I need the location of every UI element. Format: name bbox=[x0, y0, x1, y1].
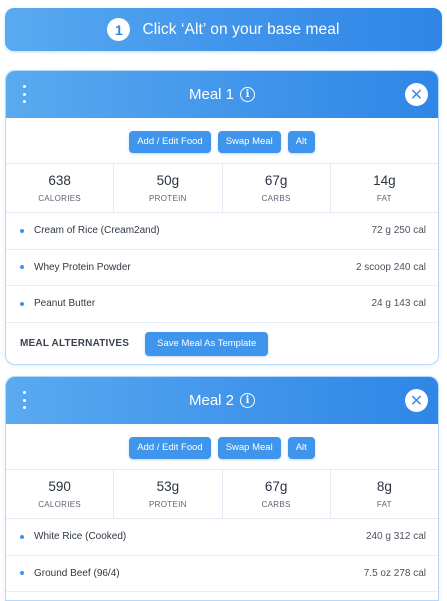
bullet-icon bbox=[20, 301, 24, 306]
stat-protein: 53g PROTEIN bbox=[113, 470, 221, 518]
stat-calories: 638 CALORIES bbox=[6, 164, 113, 212]
stat-value: 50g bbox=[156, 173, 180, 188]
meal-header: Meal 2 i ✕ bbox=[6, 377, 438, 424]
stat-value: 8g bbox=[376, 479, 392, 494]
meal-alternatives-label: MEAL ALTERNATIVES bbox=[20, 338, 130, 349]
stat-protein: 50g PROTEIN bbox=[113, 164, 221, 212]
stat-label: CALORIES bbox=[38, 500, 82, 509]
stat-label: CARBS bbox=[261, 194, 291, 203]
meal-header: Meal 1 i ✕ bbox=[6, 71, 438, 118]
meal-alternatives-row: MEAL ALTERNATIVES Save Meal As Template bbox=[6, 323, 438, 365]
food-amount: 24 g 143 cal bbox=[371, 298, 427, 310]
stat-value: 67g bbox=[264, 173, 288, 188]
kebab-menu-icon[interactable] bbox=[20, 85, 28, 103]
stat-fat: 14g FAT bbox=[329, 164, 438, 212]
food-amount: 240 g 312 cal bbox=[365, 531, 426, 543]
stat-fat: 8g FAT bbox=[329, 470, 438, 518]
add-edit-food-button[interactable]: Add / Edit Food bbox=[129, 130, 211, 153]
instruction-text: Click ‘Alt’ on your base meal bbox=[142, 20, 340, 38]
food-name: Ground Beef (96/4) bbox=[34, 567, 120, 579]
step-number-badge: 1 bbox=[107, 18, 131, 41]
stat-value: 638 bbox=[48, 173, 71, 188]
swap-meal-button[interactable]: Swap Meal bbox=[217, 130, 281, 153]
close-icon[interactable]: ✕ bbox=[405, 389, 428, 412]
food-item[interactable]: Whey Protein Powder 2 scoop 240 cal bbox=[6, 250, 438, 286]
meal-card-1: Meal 1 i ✕ Add / Edit Food Swap Meal Alt… bbox=[5, 70, 439, 365]
meal-actions: Add / Edit Food Swap Meal Alt bbox=[6, 118, 438, 163]
stat-value: 67g bbox=[264, 479, 288, 494]
stat-label: FAT bbox=[376, 194, 392, 203]
stat-value: 53g bbox=[156, 479, 180, 494]
food-name: Whey Protein Powder bbox=[34, 261, 131, 273]
meal-actions: Add / Edit Food Swap Meal Alt bbox=[6, 424, 438, 469]
food-item[interactable]: Ground Beef (96/4) 7.5 oz 278 cal bbox=[6, 556, 438, 592]
stat-carbs: 67g CARBS bbox=[221, 164, 330, 212]
meal-title: Meal 1 bbox=[188, 86, 235, 103]
macro-stats: 590 CALORIES 53g PROTEIN 67g CARBS 8g FA… bbox=[6, 469, 438, 519]
food-name: Peanut Butter bbox=[34, 298, 96, 310]
info-icon[interactable]: i bbox=[240, 393, 256, 408]
alt-button[interactable]: Alt bbox=[287, 436, 315, 459]
add-edit-food-button[interactable]: Add / Edit Food bbox=[129, 436, 211, 459]
save-meal-template-button[interactable]: Save Meal As Template bbox=[145, 331, 269, 356]
meal-title: Meal 2 bbox=[188, 392, 235, 409]
stat-label: FAT bbox=[376, 500, 392, 509]
kebab-menu-icon[interactable] bbox=[20, 391, 28, 409]
bullet-icon bbox=[20, 265, 24, 270]
stat-calories: 590 CALORIES bbox=[6, 470, 113, 518]
bullet-icon bbox=[20, 228, 24, 233]
food-item[interactable]: Peanut Butter 24 g 143 cal bbox=[6, 286, 438, 323]
macro-stats: 638 CALORIES 50g PROTEIN 67g CARBS 14g F… bbox=[6, 163, 438, 213]
instruction-banner: 1 Click ‘Alt’ on your base meal bbox=[5, 8, 442, 51]
food-amount: 2 scoop 240 cal bbox=[355, 261, 426, 273]
alt-button[interactable]: Alt bbox=[287, 130, 315, 153]
food-amount: 7.5 oz 278 cal bbox=[363, 567, 426, 579]
bullet-icon bbox=[20, 534, 24, 539]
food-item[interactable]: White Rice (Cooked) 240 g 312 cal bbox=[6, 519, 438, 556]
meal-card-2: Meal 2 i ✕ Add / Edit Food Swap Meal Alt… bbox=[5, 376, 439, 601]
info-icon[interactable]: i bbox=[240, 87, 256, 102]
bullet-icon bbox=[20, 571, 24, 576]
food-amount: 72 g 250 cal bbox=[371, 225, 427, 237]
stat-label: CALORIES bbox=[38, 194, 82, 203]
food-name: White Rice (Cooked) bbox=[34, 531, 127, 543]
stat-label: CARBS bbox=[261, 500, 291, 509]
stat-value: 590 bbox=[48, 479, 71, 494]
stat-carbs: 67g CARBS bbox=[221, 470, 330, 518]
stat-value: 14g bbox=[373, 173, 396, 188]
close-icon[interactable]: ✕ bbox=[405, 83, 428, 106]
swap-meal-button[interactable]: Swap Meal bbox=[217, 436, 281, 459]
food-name: Cream of Rice (Cream2and) bbox=[34, 225, 160, 237]
stat-label: PROTEIN bbox=[149, 194, 187, 203]
stat-label: PROTEIN bbox=[149, 500, 187, 509]
food-item[interactable]: Cream of Rice (Cream2and) 72 g 250 cal bbox=[6, 213, 438, 250]
